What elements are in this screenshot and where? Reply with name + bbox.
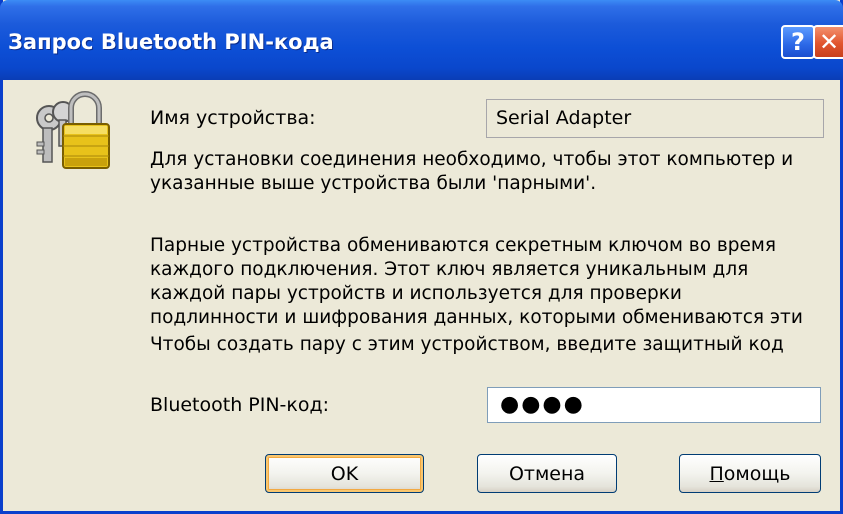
secret-key-text-line-2: каждого подключения. Этот ключ является … [150, 259, 749, 280]
device-name-label: Имя устройства: [150, 107, 316, 129]
secret-key-text-line-4: подлинности и шифрования данных, которым… [150, 307, 803, 328]
title-bar[interactable]: Запрос Bluetooth PIN-кода ? ✕ [0, 0, 843, 80]
pin-input[interactable]: ●●●● [487, 387, 821, 423]
help-button-label: омощь [723, 462, 791, 485]
pin-label: Bluetooth PIN-код: [150, 394, 330, 416]
help-button[interactable]: Помощь [679, 454, 821, 493]
bluetooth-pin-dialog: Запрос Bluetooth PIN-кода ? ✕ Имя устрой… [0, 0, 843, 514]
cancel-button[interactable]: Отмена [477, 454, 617, 493]
window-title: Запрос Bluetooth PIN-кода [8, 30, 334, 54]
close-icon[interactable]: ✕ [813, 25, 843, 59]
help-glyph: ? [791, 28, 805, 56]
secret-key-text-line-3: каждой пары устройств и используется для… [150, 283, 682, 304]
create-pair-text: Чтобы создать пару с этим устройством, в… [150, 334, 784, 355]
pairing-text-line-1: Для установки соединения необходимо, что… [150, 149, 794, 170]
keys-padlock-icon [36, 91, 110, 169]
ok-button-label: OK [330, 462, 359, 485]
ok-button[interactable]: OK [265, 454, 424, 493]
close-glyph: ✕ [818, 28, 840, 56]
cancel-button-label: Отмена [508, 462, 586, 485]
help-icon[interactable]: ? [781, 25, 815, 59]
device-name-field: Serial Adapter [486, 99, 824, 138]
pairing-text-line-2: указанные выше устройства были 'парными'… [150, 173, 597, 194]
help-button-accesskey: П [709, 462, 724, 485]
secret-key-text-line-1: Парные устройства обмениваются секретным… [150, 235, 777, 256]
